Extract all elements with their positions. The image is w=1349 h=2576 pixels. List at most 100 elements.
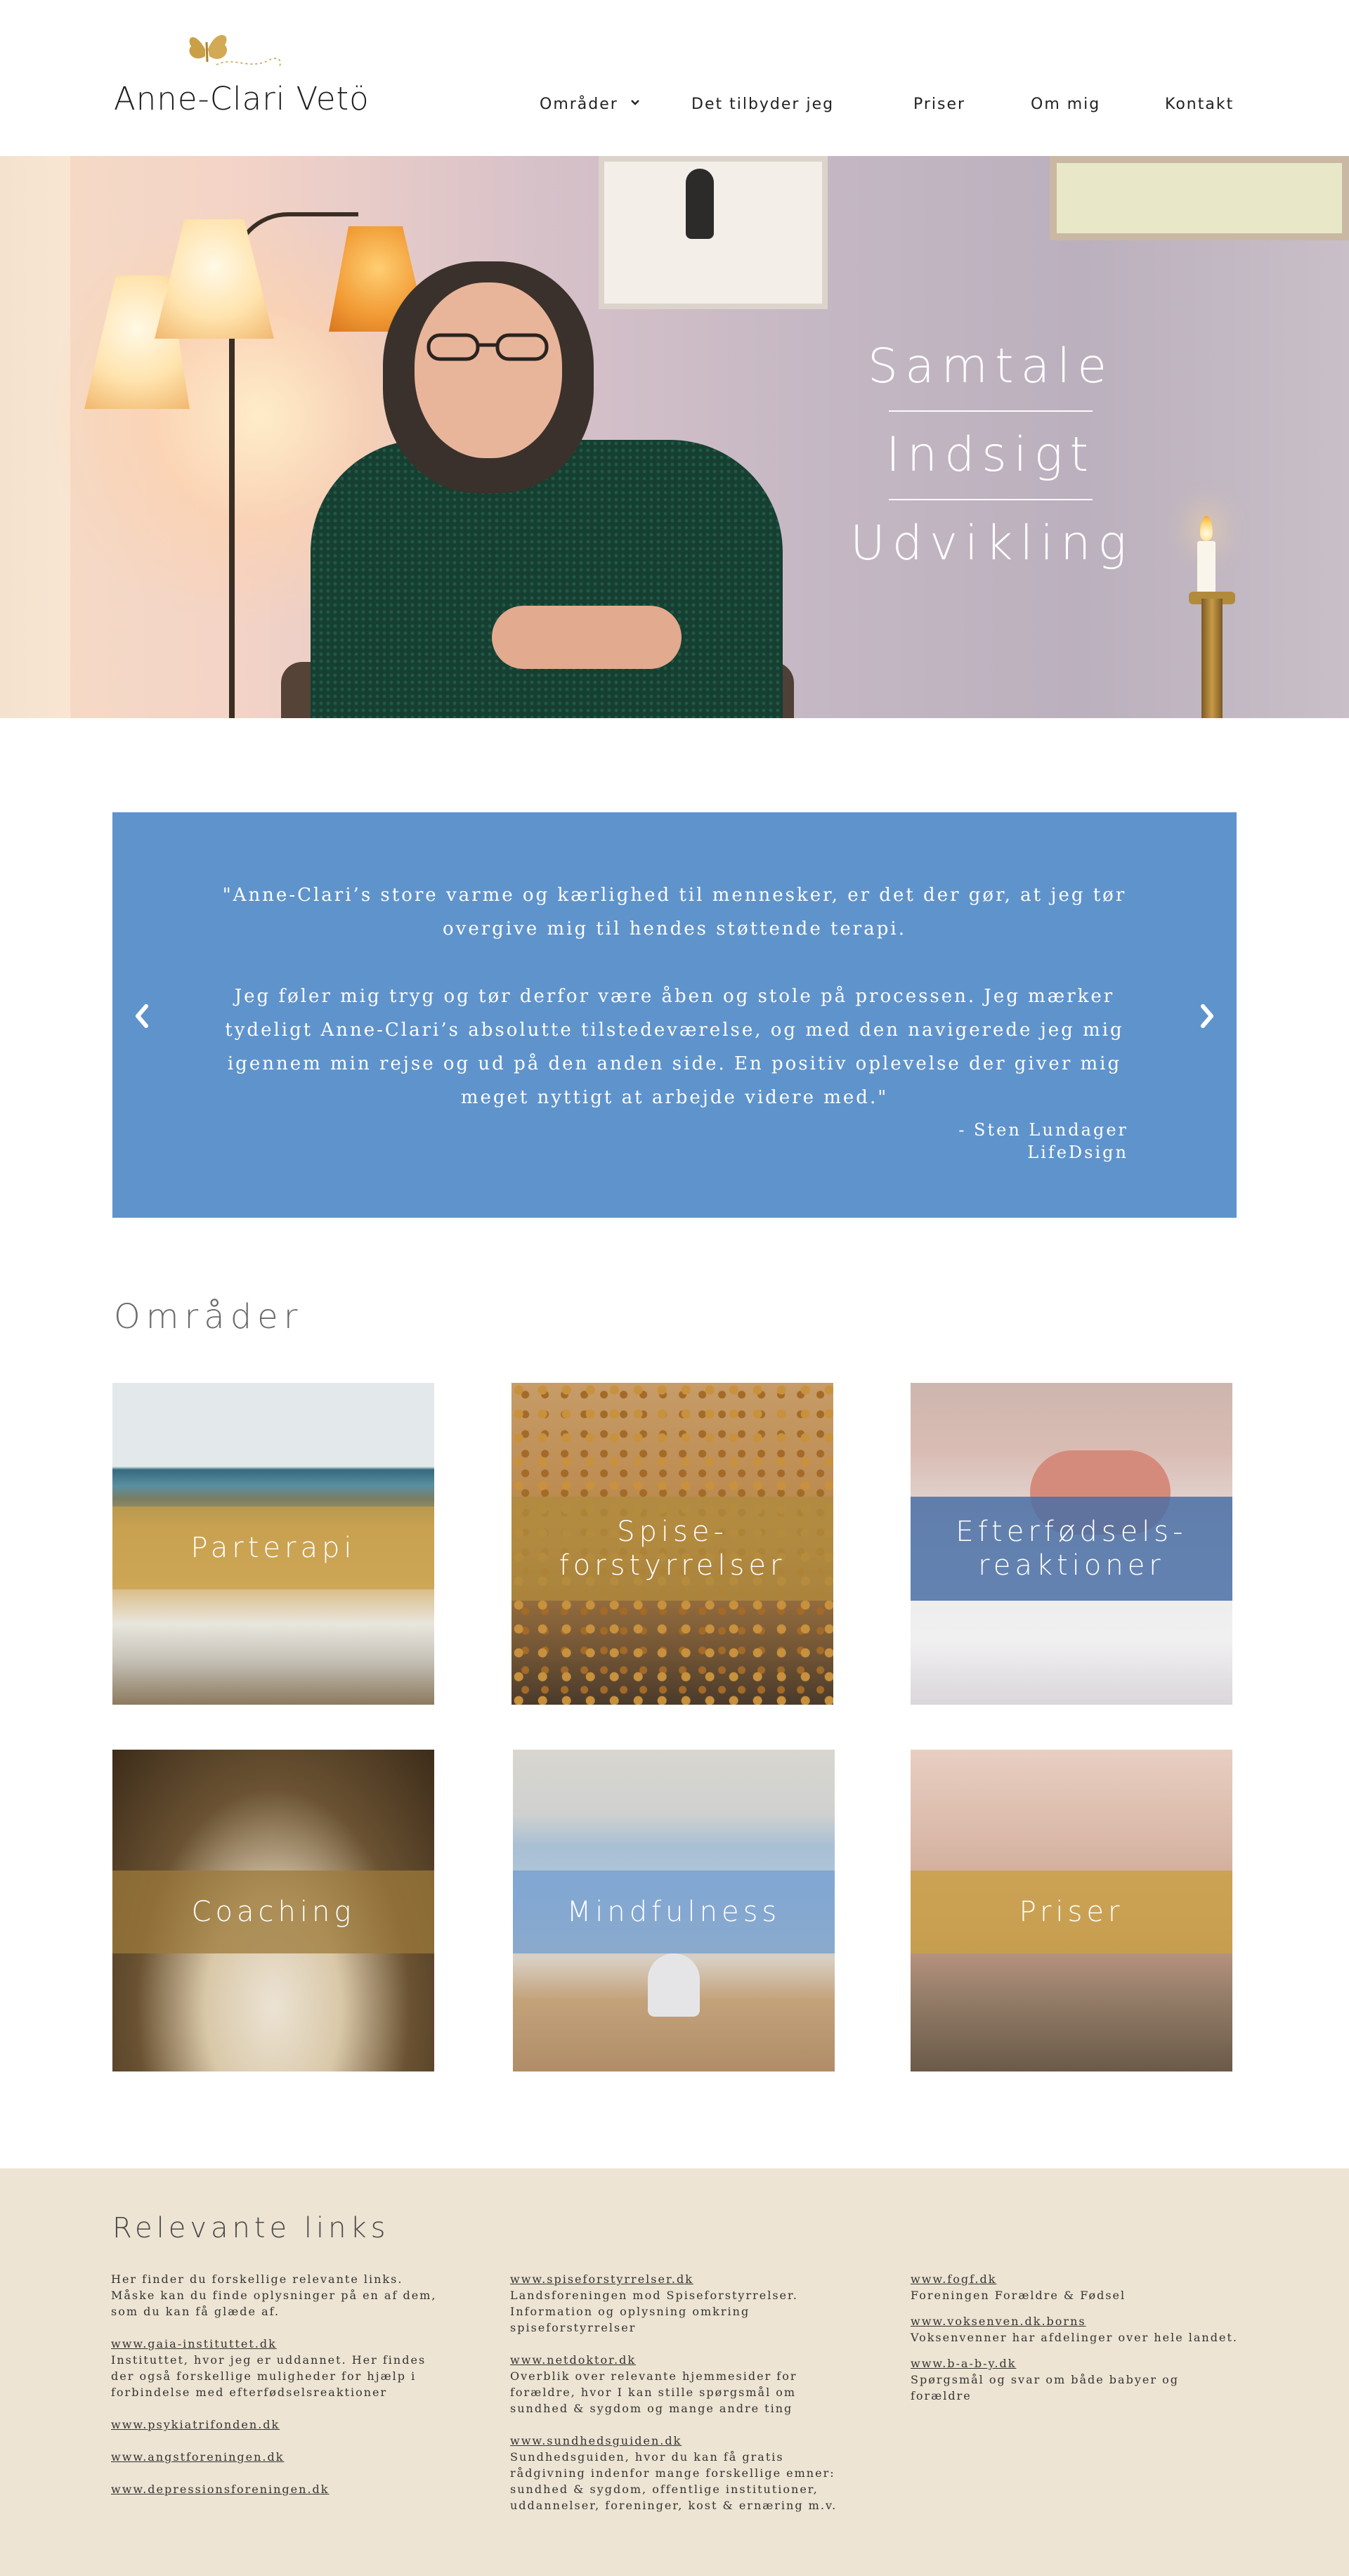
footer-link[interactable]: www.netdoktor.dk xyxy=(510,2352,840,2368)
tile-label: Priser xyxy=(1019,1896,1124,1928)
footer-link[interactable]: www.voksenven.dk.borns xyxy=(911,2313,1241,2329)
hero-word-udvikling: Udvikling xyxy=(850,516,1134,571)
footer-link[interactable]: www.spiseforstyrrelser.dk xyxy=(510,2271,840,2287)
candle-flame xyxy=(1200,516,1213,541)
footer-column: www.fogf.dk Foreningen Forældre & Fødsel… xyxy=(911,2271,1241,2420)
area-tile-spiseforstyrrelser[interactable]: Spise- forstyrrelser xyxy=(511,1383,833,1705)
slider-prev-button[interactable] xyxy=(126,996,155,1036)
tile-label-line: reaktioner xyxy=(978,1549,1165,1582)
area-tile-efterfodselsreaktioner[interactable]: Efterfødsels- reaktioner xyxy=(911,1383,1232,1705)
footer-text: Her finder du forskellige relevante link… xyxy=(111,2272,403,2286)
footer-link-desc: Foreningen Forældre & Fødsel xyxy=(911,2289,1126,2302)
testimonial-slider: "Anne-Clari’s store varme og kærlighed t… xyxy=(112,812,1237,1218)
glasses xyxy=(426,333,549,361)
footer-link-desc: Sundhedsguiden, hvor du kan få gratis xyxy=(510,2450,784,2464)
nav-item-det-tilbyder-jeg[interactable]: Det tilbyder jeg xyxy=(691,96,834,113)
tile-band: Parterapi xyxy=(112,1507,434,1589)
hero-word-samtale: Samtale xyxy=(867,339,1114,394)
candle xyxy=(1197,541,1216,594)
butterfly-logo-icon xyxy=(189,34,281,68)
slider-next-button[interactable] xyxy=(1194,996,1223,1036)
hero-banner: Samtale Indsigt Udvikling xyxy=(0,156,1349,718)
footer-link[interactable]: www.depressionsforeningen.dk xyxy=(111,2481,441,2497)
tile-label-line: Efterfødsels- xyxy=(956,1516,1187,1548)
meditating-person xyxy=(648,1953,700,2017)
footer-link-desc: Overblik over relevante hjemmesider for xyxy=(510,2369,797,2383)
testimonial-company: LifeDsign xyxy=(1027,1143,1128,1162)
nav-item-kontakt[interactable]: Kontakt xyxy=(1165,96,1234,113)
portrait-person xyxy=(311,440,783,718)
chevron-down-icon xyxy=(630,100,639,105)
footer-heading: Relevante links xyxy=(112,2212,390,2244)
footer-link-desc: rådgivning indenfor mange forskellige em… xyxy=(510,2466,835,2480)
areas-heading: Områder xyxy=(114,1297,304,1336)
footer-link[interactable]: www.psykiatrifonden.dk xyxy=(111,2416,441,2433)
tile-label: Mindfulness xyxy=(566,1896,781,1928)
hero-divider xyxy=(889,499,1093,500)
footer-column: Her finder du forskellige relevante link… xyxy=(111,2271,441,2513)
footer-link[interactable]: www.angstforeningen.dk xyxy=(111,2449,441,2465)
testimonial-paragraph: "Anne-Clari’s store varme og kærlighed t… xyxy=(222,885,1127,939)
hero-word-indsigt: Indsigt xyxy=(885,427,1096,483)
footer-link[interactable]: www.fogf.dk xyxy=(911,2271,1241,2287)
artwork-figure xyxy=(686,169,714,239)
footer-links: Relevante links Her finder du forskellig… xyxy=(0,2168,1349,2576)
footer-entry: www.depressionsforeningen.dk xyxy=(111,2481,441,2497)
testimonial-author: - Sten Lundager xyxy=(958,1120,1128,1140)
area-tile-mindfulness[interactable]: Mindfulness xyxy=(513,1750,835,2071)
footer-link-desc: Voksenvenner har afdelinger over hele la… xyxy=(911,2331,1238,2344)
footer-entry: www.gaia-instituttet.dk Instituttet, hvo… xyxy=(111,2336,441,2400)
wall-picture-frame-right xyxy=(1050,156,1349,240)
footer-link[interactable]: www.gaia-instituttet.dk xyxy=(111,2336,441,2352)
portrait-hands xyxy=(492,606,682,669)
tile-band: Spise- forstyrrelser xyxy=(511,1497,833,1601)
footer-link-desc: der også forskellige muligheder for hjæl… xyxy=(111,2369,417,2383)
footer-intro: Her finder du forskellige relevante link… xyxy=(111,2271,441,2320)
footer-link-desc: Instituttet, hvor jeg er uddannet. Her f… xyxy=(111,2353,426,2367)
nav-item-om-mig[interactable]: Om mig xyxy=(1031,96,1100,113)
candlestick xyxy=(1201,599,1223,718)
tile-label: Parterapi xyxy=(190,1532,356,1564)
hero-divider xyxy=(889,410,1093,412)
footer-link-desc: spiseforstyrrelser xyxy=(510,2321,637,2334)
tile-label: Efterfødsels- reaktioner xyxy=(956,1515,1187,1582)
nav-item-priser[interactable]: Priser xyxy=(913,96,965,113)
area-tile-parterapi[interactable]: Parterapi xyxy=(112,1383,434,1705)
chevron-left-icon xyxy=(136,1004,148,1028)
footer-entry: www.spiseforstyrrelser.dk Landsforeninge… xyxy=(510,2271,840,2336)
footer-link-desc: forbindelse med efterfødselsreaktioner xyxy=(111,2386,388,2399)
hero-tagline: Samtale Indsigt Udvikling xyxy=(850,339,1131,572)
footer-entry: www.netdoktor.dk Overblik over relevante… xyxy=(510,2352,840,2416)
tile-band: Priser xyxy=(911,1871,1232,1953)
footer-link-desc: Information og oplysning omkring xyxy=(510,2305,750,2318)
footer-link-desc: Landsforeningen mod Spiseforstyrrelser. xyxy=(510,2289,798,2302)
footer-link-desc: sundhed & sygdom og mange andre ting xyxy=(510,2402,793,2415)
tile-band: Efterfødsels- reaktioner xyxy=(911,1497,1232,1601)
testimonial-attribution: - Sten Lundager LifeDsign xyxy=(958,1119,1128,1164)
footer-text: Måske kan du finde oplysninger på en af … xyxy=(111,2289,437,2302)
footer-link-desc: forældre, hvor I kan stille spørgsmål om xyxy=(510,2386,797,2399)
footer-entry: www.voksenven.dk.borns Voksenvenner har … xyxy=(911,2313,1241,2346)
footer-entry: www.psykiatrifonden.dk xyxy=(111,2416,441,2433)
footer-text: som du kan få glæde af. xyxy=(111,2305,280,2318)
footer-link-desc: sundhed & sygdom, offentlige institution… xyxy=(510,2483,819,2496)
footer-link-desc: uddannelser, foreninger, kost & ernæring… xyxy=(510,2499,838,2512)
wall-picture-frame xyxy=(599,156,828,309)
footer-link[interactable]: www.b-a-b-y.dk xyxy=(911,2355,1241,2372)
nav-item-omrader[interactable]: Områder xyxy=(540,96,640,113)
tile-label-line: Spise- xyxy=(617,1516,728,1548)
testimonial-quote: "Anne-Clari’s store varme og kærlighed t… xyxy=(204,878,1145,1114)
tile-label-line: forstyrrelser xyxy=(559,1549,786,1582)
area-tile-priser[interactable]: Priser xyxy=(911,1750,1232,2071)
footer-entry: www.angstforeningen.dk xyxy=(111,2449,441,2465)
tile-band: Coaching xyxy=(112,1871,434,1953)
tile-band: Mindfulness xyxy=(513,1871,835,1953)
footer-column: www.spiseforstyrrelser.dk Landsforeninge… xyxy=(510,2271,840,2530)
area-tile-coaching[interactable]: Coaching xyxy=(112,1750,434,2071)
footer-entry: www.b-a-b-y.dk Spørgsmål og svar om både… xyxy=(911,2355,1241,2404)
site-header: Anne-Clari Vetö Områder Det tilbyder jeg… xyxy=(0,0,1349,156)
footer-link[interactable]: www.sundhedsguiden.dk xyxy=(510,2433,840,2449)
chevron-right-icon xyxy=(1201,1004,1213,1028)
main-nav: Områder Det tilbyder jeg Priser Om mig K… xyxy=(0,96,1349,121)
footer-entry: www.fogf.dk Foreningen Forældre & Fødsel xyxy=(911,2271,1241,2303)
